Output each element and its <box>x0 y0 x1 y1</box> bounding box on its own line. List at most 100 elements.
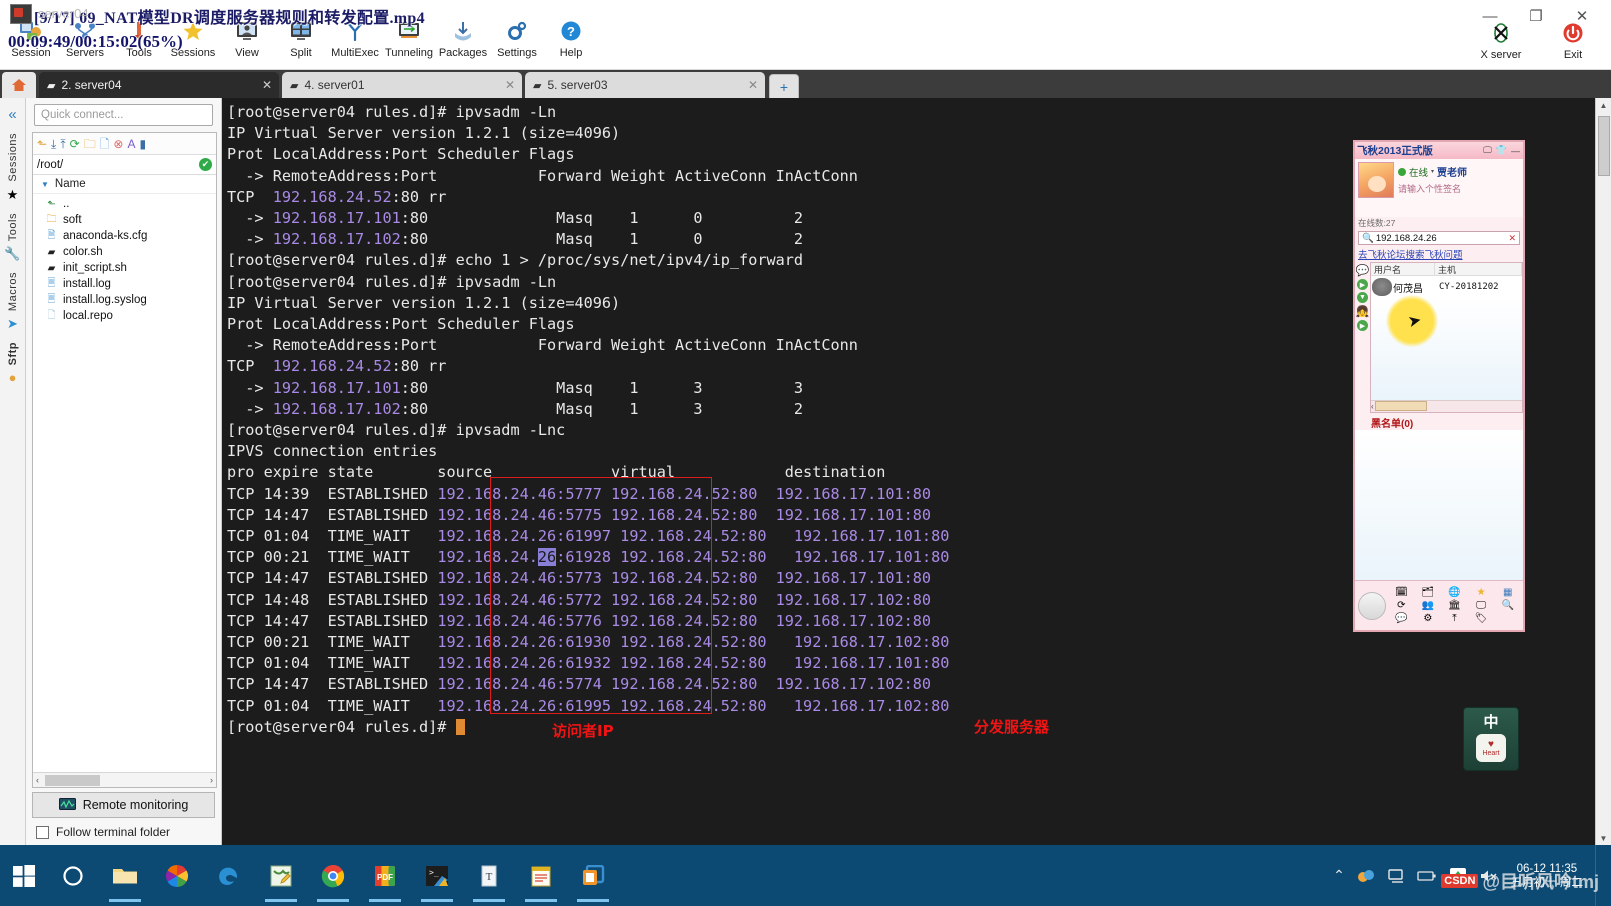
tab-server04[interactable]: ▰ 2. server04 ✕ <box>39 72 279 98</box>
tag-icon[interactable]: 🏷 <box>1469 613 1494 624</box>
toolbar-packages[interactable]: Packages <box>436 18 490 61</box>
clear-search-icon[interactable]: ✕ <box>1508 233 1516 244</box>
list-item[interactable]: ▰ init_script.sh <box>33 260 216 276</box>
chevron-down-icon[interactable]: ▾ <box>1431 168 1434 175</box>
rail-tools[interactable]: Tools 🔧 <box>4 213 20 262</box>
scroll-down-arrow-icon[interactable]: ▼ <box>1600 831 1608 845</box>
folder-icon[interactable]: 🗂 <box>1416 587 1441 598</box>
grid-icon[interactable]: ▦ <box>1495 587 1520 598</box>
toolbar-multiexec[interactable]: MultiExec <box>328 18 382 61</box>
taskbar-text-app[interactable]: T <box>464 848 514 904</box>
taskbar-pinwheel-app[interactable] <box>152 848 202 904</box>
sftp-path-bar[interactable]: /root/ ✔ <box>33 155 216 175</box>
follow-terminal-folder-row[interactable]: Follow terminal folder <box>26 818 221 845</box>
ime-floating-bar[interactable]: 中 ♥ Heart <box>1463 707 1519 771</box>
show-desktop-button[interactable] <box>1595 845 1603 906</box>
toolbar-xserver[interactable]: X server <box>1471 20 1531 63</box>
scrollbar-thumb[interactable] <box>1597 116 1610 176</box>
list-item[interactable]: ⬑ .. <box>33 196 216 212</box>
more-icon[interactable]: ▮ <box>139 138 146 150</box>
sftp-column-header[interactable]: ▼ Name <box>33 175 216 194</box>
scroll-right-arrow-icon[interactable]: › <box>210 775 213 785</box>
download-icon[interactable]: ⤓ <box>51 138 56 150</box>
volume-muted-icon[interactable] <box>1479 868 1499 884</box>
tab-server03[interactable]: ▰ 5. server03 ✕ <box>525 72 765 98</box>
feiqiu-chat-window[interactable]: 飞秋2013正式版 🖵 👕 — 在线 ▾ 贾老师 请输入个性签名 在线数:27 … <box>1353 140 1525 632</box>
toolbar-session[interactable]: Session <box>4 18 58 61</box>
table-row[interactable]: 何茂昌 CY-20181202 <box>1371 276 1522 298</box>
toolbar-help[interactable]: ? Help <box>544 18 598 61</box>
toolbar-sessions[interactable]: Sessions <box>166 18 220 61</box>
settings-icon[interactable]: ⚙ <box>1416 613 1441 624</box>
tab-close-icon[interactable]: ✕ <box>262 78 272 92</box>
group-collapse-icon[interactable]: ▼ <box>1357 292 1368 303</box>
delete-icon[interactable]: ⊗ <box>113 138 123 150</box>
refresh-icon[interactable]: ⟳ <box>1389 600 1414 611</box>
globe-star-icon[interactable]: 🌐 <box>1442 587 1467 598</box>
feiqiu-shirt-icon[interactable]: 👕 <box>1495 145 1508 156</box>
rail-macros[interactable]: Macros ➤ <box>7 272 19 332</box>
scroll-left-arrow-icon[interactable]: ‹ <box>36 775 39 785</box>
contact-table-scrollbar[interactable]: ‹ <box>1371 399 1522 412</box>
scrollbar-thumb[interactable] <box>45 774 100 786</box>
rail-collapse-button[interactable]: « <box>8 106 16 123</box>
tab-server01[interactable]: ▰ 4. server01 ✕ <box>282 72 522 98</box>
cloud-icon[interactable] <box>1357 868 1375 884</box>
list-item[interactable]: 🗀 soft <box>33 212 216 228</box>
home-tab[interactable] <box>2 72 36 98</box>
scroll-left-arrow-icon[interactable]: ‹ <box>1371 402 1374 411</box>
upload-icon[interactable]: ⤒ <box>60 138 65 150</box>
toolbar-split[interactable]: Split <box>274 18 328 61</box>
remote-monitoring-button[interactable]: Remote monitoring <box>32 792 215 818</box>
feiqiu-minimize-button[interactable]: — <box>1510 146 1521 156</box>
blacklist-expand-icon[interactable]: ▶ <box>1357 320 1368 331</box>
toolbar-tools[interactable]: Tools <box>112 18 166 61</box>
monitor-icon[interactable]: 🖵 <box>1469 600 1494 611</box>
battery-icon[interactable] <box>1417 869 1437 883</box>
chat-icon[interactable]: 💬 <box>1389 613 1414 624</box>
taskbar-pdf-reader[interactable]: PDF <box>360 848 410 904</box>
list-item[interactable]: 🗏 install.log <box>33 276 216 292</box>
text-mode-icon[interactable]: A <box>127 138 135 150</box>
scroll-up-arrow-icon[interactable]: ▲ <box>1600 98 1608 112</box>
group-icon[interactable]: 👥 <box>1416 600 1441 611</box>
list-item[interactable]: 🗏 install.log.syslog <box>33 292 216 308</box>
rail-sftp[interactable]: Sftp ● <box>7 342 19 385</box>
taskbar-file-explorer[interactable] <box>100 848 150 904</box>
toolbar-tunneling[interactable]: Tunneling <box>382 18 436 61</box>
group-expand-icon[interactable]: ▶ <box>1357 279 1368 290</box>
network-icon[interactable] <box>1387 868 1405 884</box>
feiqiu-screen-icon[interactable]: 🖵 <box>1482 145 1493 156</box>
toolbar-exit[interactable]: Exit <box>1543 20 1603 63</box>
taskbar-cortana[interactable] <box>48 848 98 904</box>
tab-close-icon[interactable]: ✕ <box>505 78 515 92</box>
list-item[interactable]: 🗎 anaconda-ks.cfg <box>33 228 216 244</box>
follow-terminal-folder-checkbox[interactable] <box>36 825 49 839</box>
sftp-horizontal-scrollbar[interactable]: ‹ › <box>33 772 216 787</box>
toolbar-servers[interactable]: Servers <box>58 18 112 61</box>
update-icon[interactable] <box>1449 867 1467 885</box>
start-button[interactable] <box>0 864 48 887</box>
list-item[interactable]: 🗋 local.repo <box>33 308 216 324</box>
taskbar-vmware[interactable] <box>568 848 618 904</box>
parent-folder-icon[interactable]: ⬑ <box>37 138 47 150</box>
feiqiu-logo-icon[interactable] <box>1358 591 1386 620</box>
chevron-up-icon[interactable]: ⌃ <box>1333 867 1345 884</box>
feiqiu-forum-link[interactable]: 去飞秋论坛搜索飞秋问题 <box>1355 246 1523 262</box>
taskbar-editor[interactable] <box>256 848 306 904</box>
terminal-scrollbar[interactable]: ▲ ▼ <box>1595 98 1611 845</box>
avatar[interactable] <box>1358 162 1394 198</box>
list-item[interactable]: ▰ color.sh <box>33 244 216 260</box>
taskbar-clock[interactable]: 06-12 11:35 五月初十 周二 <box>1511 862 1583 890</box>
scrollbar-thumb[interactable] <box>1374 401 1427 411</box>
bank-icon[interactable]: 🏛 <box>1442 600 1467 611</box>
new-folder-icon[interactable]: 🗀 <box>84 138 96 150</box>
upload-icon[interactable]: ⤒ <box>1442 613 1467 624</box>
tab-close-icon[interactable]: ✕ <box>748 78 758 92</box>
quick-connect-input[interactable]: Quick connect... <box>34 104 213 126</box>
new-tab-button[interactable]: + <box>769 74 799 98</box>
feiqiu-search-input[interactable]: 🔍 192.168.24.26 ✕ <box>1358 231 1520 245</box>
taskbar-chrome[interactable] <box>308 848 358 904</box>
ime-mode-label[interactable]: 中 <box>1483 711 1498 732</box>
feiqiu-status-row[interactable]: 在线 ▾ 贾老师 <box>1398 164 1520 179</box>
